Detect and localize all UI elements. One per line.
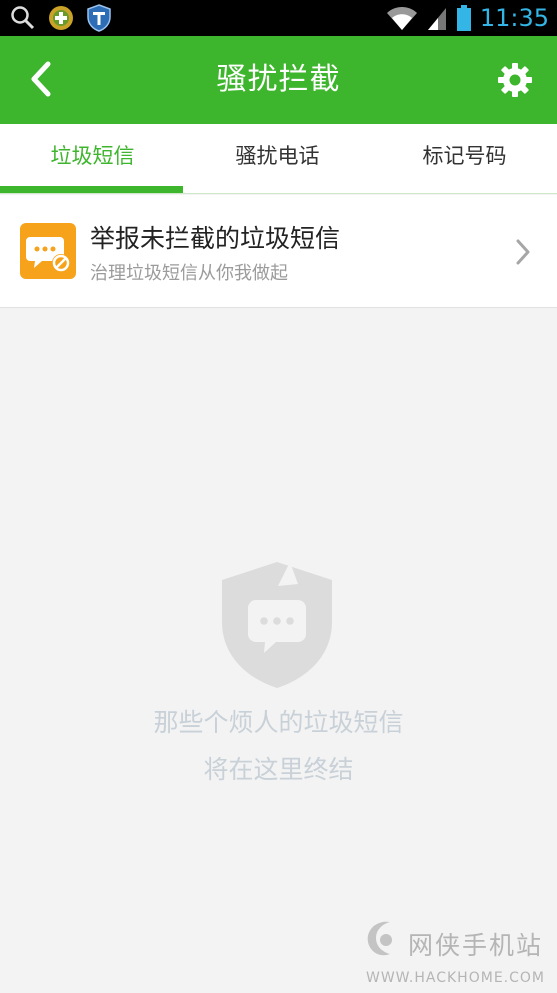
hackhome-logo-icon — [367, 921, 392, 956]
chevron-right-icon — [516, 239, 530, 265]
wifi-icon — [386, 7, 417, 30]
game-center-icon — [49, 6, 73, 30]
status-bar: 11:35 — [0, 0, 557, 36]
watermark-url: WWW.HACKHOME.COM — [366, 970, 545, 986]
report-spam-row[interactable]: 举报未拦截的垃圾短信 治理垃圾短信从你我做起 — [0, 195, 557, 308]
empty-state-text-1: 那些个烦人的垃圾短信 — [153, 708, 404, 737]
app-bar: 骚扰拦截 — [0, 36, 557, 124]
gear-icon — [498, 63, 532, 97]
search-icon — [11, 6, 35, 30]
signal-icon — [427, 8, 446, 30]
shield-message-icon — [222, 562, 332, 688]
tab-bar: 垃圾短信 骚扰电话 标记号码 — [0, 124, 557, 194]
tab-spam-sms[interactable]: 垃圾短信 — [0, 124, 185, 194]
tab-active-indicator — [0, 186, 183, 193]
status-bar-left — [10, 4, 112, 32]
tab-harassing-calls[interactable]: 骚扰电话 — [185, 124, 370, 194]
battery-icon — [456, 5, 471, 31]
report-title: 举报未拦截的垃圾短信 — [90, 224, 341, 253]
status-bar-right: 11:35 — [386, 2, 549, 34]
page-title: 骚扰拦截 — [216, 62, 341, 97]
tab-marked-numbers[interactable]: 标记号码 — [372, 124, 557, 194]
report-sms-icon — [20, 223, 76, 279]
status-time: 11:35 — [479, 4, 549, 32]
settings-button[interactable] — [495, 60, 535, 100]
report-subtitle: 治理垃圾短信从你我做起 — [90, 263, 288, 284]
empty-state-text-2: 将在这里终结 — [203, 755, 354, 784]
watermark-text: 网侠手机站 — [408, 931, 544, 960]
shield-t-icon — [87, 4, 111, 32]
